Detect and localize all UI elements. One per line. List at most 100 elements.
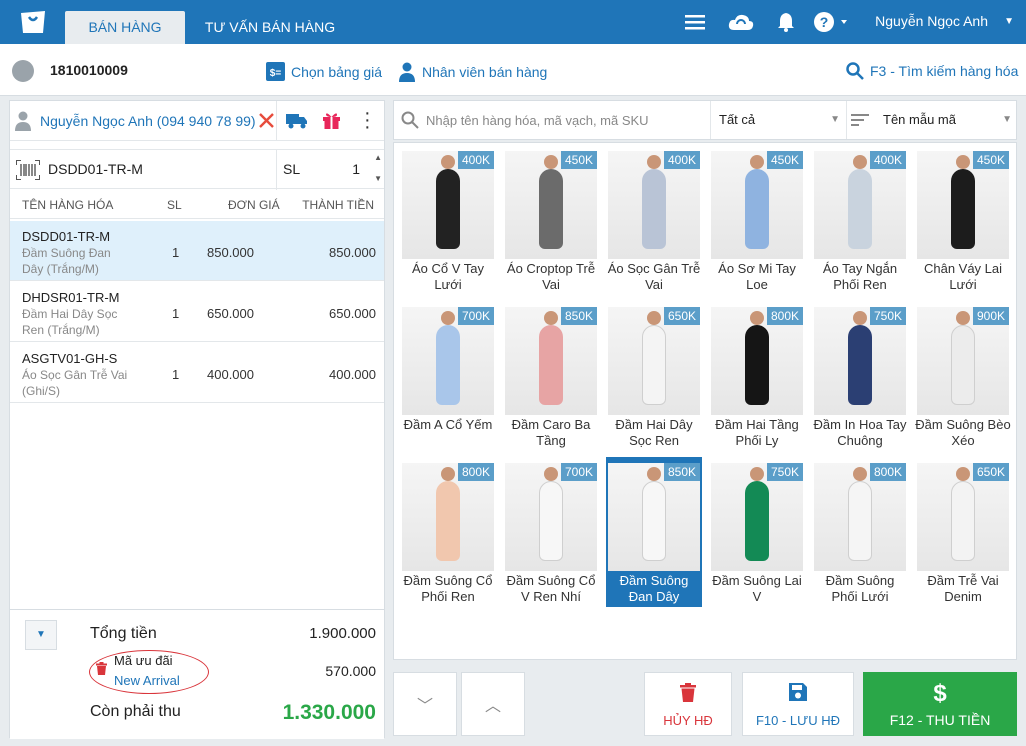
user-name-menu[interactable]: Nguyễn Ngọc Anh — [875, 13, 988, 29]
product-search-bar: Tất cả ▼ Tên mẫu mã ▼ — [393, 100, 1017, 140]
search-icon — [401, 111, 419, 129]
product-figure — [848, 481, 872, 561]
product-card[interactable]: 400K Áo Tay Ngắn Phối Ren — [812, 145, 908, 295]
model-head — [750, 311, 764, 325]
quantity-value[interactable]: 1 — [352, 161, 360, 177]
help-icon[interactable]: ? — [813, 10, 853, 34]
product-figure — [642, 169, 666, 249]
product-card[interactable]: 650K Đầm Trễ Vai Denim — [915, 457, 1011, 607]
product-figure — [745, 169, 769, 249]
product-name: Đầm A Cổ Yếm — [403, 417, 493, 432]
product-figure — [539, 169, 563, 249]
scroll-down-button[interactable]: ﹀ — [393, 672, 457, 736]
model-head — [544, 467, 558, 481]
tab-tu-van-ban-hang[interactable]: TƯ VẤN BÁN HÀNG — [195, 11, 345, 44]
product-card[interactable]: 650K Đầm Hai Dây Sọc Ren — [606, 301, 702, 451]
trash-icon[interactable] — [96, 662, 107, 675]
scroll-up-button[interactable]: ︿ — [461, 672, 525, 736]
column-quantity: SL — [167, 198, 182, 212]
search-shortcut-label: F3 - Tìm kiếm hàng hóa — [870, 63, 1019, 79]
barcode-scan-row: DSDD01-TR-M SL 1 ▲ ▼ — [10, 149, 386, 190]
sales-staff-button[interactable]: Nhân viên bán hàng — [398, 62, 547, 82]
product-card[interactable]: 700K Đầm Suông Cổ V Ren Nhí — [503, 457, 599, 607]
chevron-down-icon[interactable]: ▼ — [1004, 16, 1014, 27]
tab-ban-hang[interactable]: BÁN HÀNG — [65, 11, 185, 44]
bell-icon[interactable] — [776, 10, 796, 34]
product-card[interactable]: 800K Đầm Suông Phối Lưới — [812, 457, 908, 607]
cloud-sync-icon[interactable] — [727, 10, 755, 34]
amount-due-value: 1.330.000 — [282, 701, 376, 724]
more-options-icon[interactable]: · · · — [364, 103, 371, 137]
model-head — [956, 311, 970, 325]
product-card[interactable]: 850K Đầm Caro Ba Tầng — [503, 301, 599, 451]
order-toolbar: 1810010009 $= Chọn bảng giá Nhân viên bá… — [0, 44, 1026, 96]
gift-icon[interactable] — [322, 111, 341, 130]
increment-icon[interactable]: ▲ — [374, 153, 382, 162]
menu-icon[interactable] — [684, 10, 706, 34]
quantity-stepper[interactable]: SL 1 ▲ ▼ — [276, 150, 386, 190]
item-price: 650.000 — [207, 306, 254, 321]
product-figure — [951, 481, 975, 561]
sort-select[interactable]: Tên mẫu mã ▼ — [846, 101, 1018, 139]
cart-row[interactable]: DHDSR01-TR-M Đầm Hai Dây Sọc Ren (Trắng/… — [10, 282, 384, 342]
model-head — [956, 467, 970, 481]
item-code: ASGTV01-GH-S — [22, 351, 118, 366]
product-card[interactable]: 450K Áo Sơ Mi Tay Loe — [709, 145, 805, 295]
product-figure — [951, 325, 975, 405]
expand-totals-button[interactable]: ▼ — [25, 620, 57, 650]
category-select[interactable]: Tất cả ▼ — [710, 101, 846, 139]
item-quantity[interactable]: 1 — [172, 245, 179, 260]
price-badge: 700K — [560, 463, 597, 481]
model-head — [441, 467, 455, 481]
collect-payment-button[interactable]: $ F12 - THU TIỀN — [863, 672, 1017, 736]
trash-icon — [645, 683, 731, 708]
product-card[interactable]: 850K Đầm Suông Đan Dây — [606, 457, 702, 607]
cancel-order-button[interactable]: HỦY HĐ — [644, 672, 732, 736]
product-card[interactable]: 750K Đầm Suông Lai V — [709, 457, 805, 607]
product-card[interactable]: 800K Đầm Suông Cổ Phối Ren — [400, 457, 496, 607]
order-code: 1810010009 — [50, 62, 128, 78]
close-icon[interactable] — [259, 113, 274, 128]
item-code: DSDD01-TR-M — [22, 229, 111, 244]
cart-row[interactable]: DSDD01-TR-M Đầm Suông Đan Dây (Trắng/M) … — [10, 221, 384, 281]
product-card[interactable]: 800K Đầm Hai Tầng Phối Ly — [709, 301, 805, 451]
decrement-icon[interactable]: ▼ — [374, 174, 382, 183]
order-totals: ▼ Tổng tiền 1.900.000 Mã ưu đãi New Arri… — [10, 609, 384, 739]
scanned-product-code[interactable]: DSDD01-TR-M — [48, 161, 143, 177]
price-badge: 750K — [869, 307, 906, 325]
delivery-truck-icon[interactable] — [286, 113, 308, 129]
product-figure — [642, 325, 666, 405]
product-name: Áo Cổ V Tay Lưới — [411, 261, 485, 292]
sales-staff-label: Nhân viên bán hàng — [422, 64, 548, 80]
product-card[interactable]: 400K Áo Sọc Gân Trễ Vai — [606, 145, 702, 295]
model-head — [750, 467, 764, 481]
price-badge: 400K — [663, 151, 700, 169]
model-head — [647, 467, 661, 481]
item-quantity[interactable]: 1 — [172, 306, 179, 321]
product-name: Đầm Suông Cổ V Ren Nhí — [506, 573, 596, 604]
product-figure — [436, 325, 460, 405]
price-badge: 400K — [869, 151, 906, 169]
product-card[interactable]: 450K Áo Croptop Trễ Vai — [503, 145, 599, 295]
price-list-button[interactable]: $= Chọn bảng giá — [266, 62, 382, 81]
customer-name[interactable]: Nguyễn Ngọc Anh (094 940 78 99) — [40, 113, 256, 129]
product-search-input[interactable] — [426, 101, 706, 139]
product-card[interactable]: 700K Đầm A Cổ Yếm — [400, 301, 496, 451]
product-name: Đầm Suông Đan Dây — [619, 573, 689, 604]
model-head — [956, 155, 970, 169]
product-figure — [539, 481, 563, 561]
item-quantity[interactable]: 1 — [172, 367, 179, 382]
product-card[interactable]: 400K Áo Cổ V Tay Lưới — [400, 145, 496, 295]
save-order-button[interactable]: F10 - LƯU HĐ — [742, 672, 854, 736]
product-name: Đầm In Hoa Tay Chuông — [813, 417, 907, 448]
product-card[interactable]: 750K Đầm In Hoa Tay Chuông — [812, 301, 908, 451]
product-search-shortcut[interactable]: F3 - Tìm kiếm hàng hóa — [846, 62, 1018, 80]
product-card[interactable]: 450K Chân Váy Lai Lưới — [915, 145, 1011, 295]
search-icon — [846, 62, 864, 80]
cart-row[interactable]: ASGTV01-GH-S Áo Sọc Gân Trễ Vai (Ghi/S) … — [10, 343, 384, 403]
promo-code-link[interactable]: New Arrival — [114, 673, 180, 688]
promo-discount-value: 570.000 — [325, 663, 376, 679]
amount-due-label: Còn phải thu — [90, 703, 181, 720]
shop-logo-icon[interactable] — [18, 9, 48, 35]
product-card[interactable]: 900K Đầm Suông Bèo Xéo — [915, 301, 1011, 451]
